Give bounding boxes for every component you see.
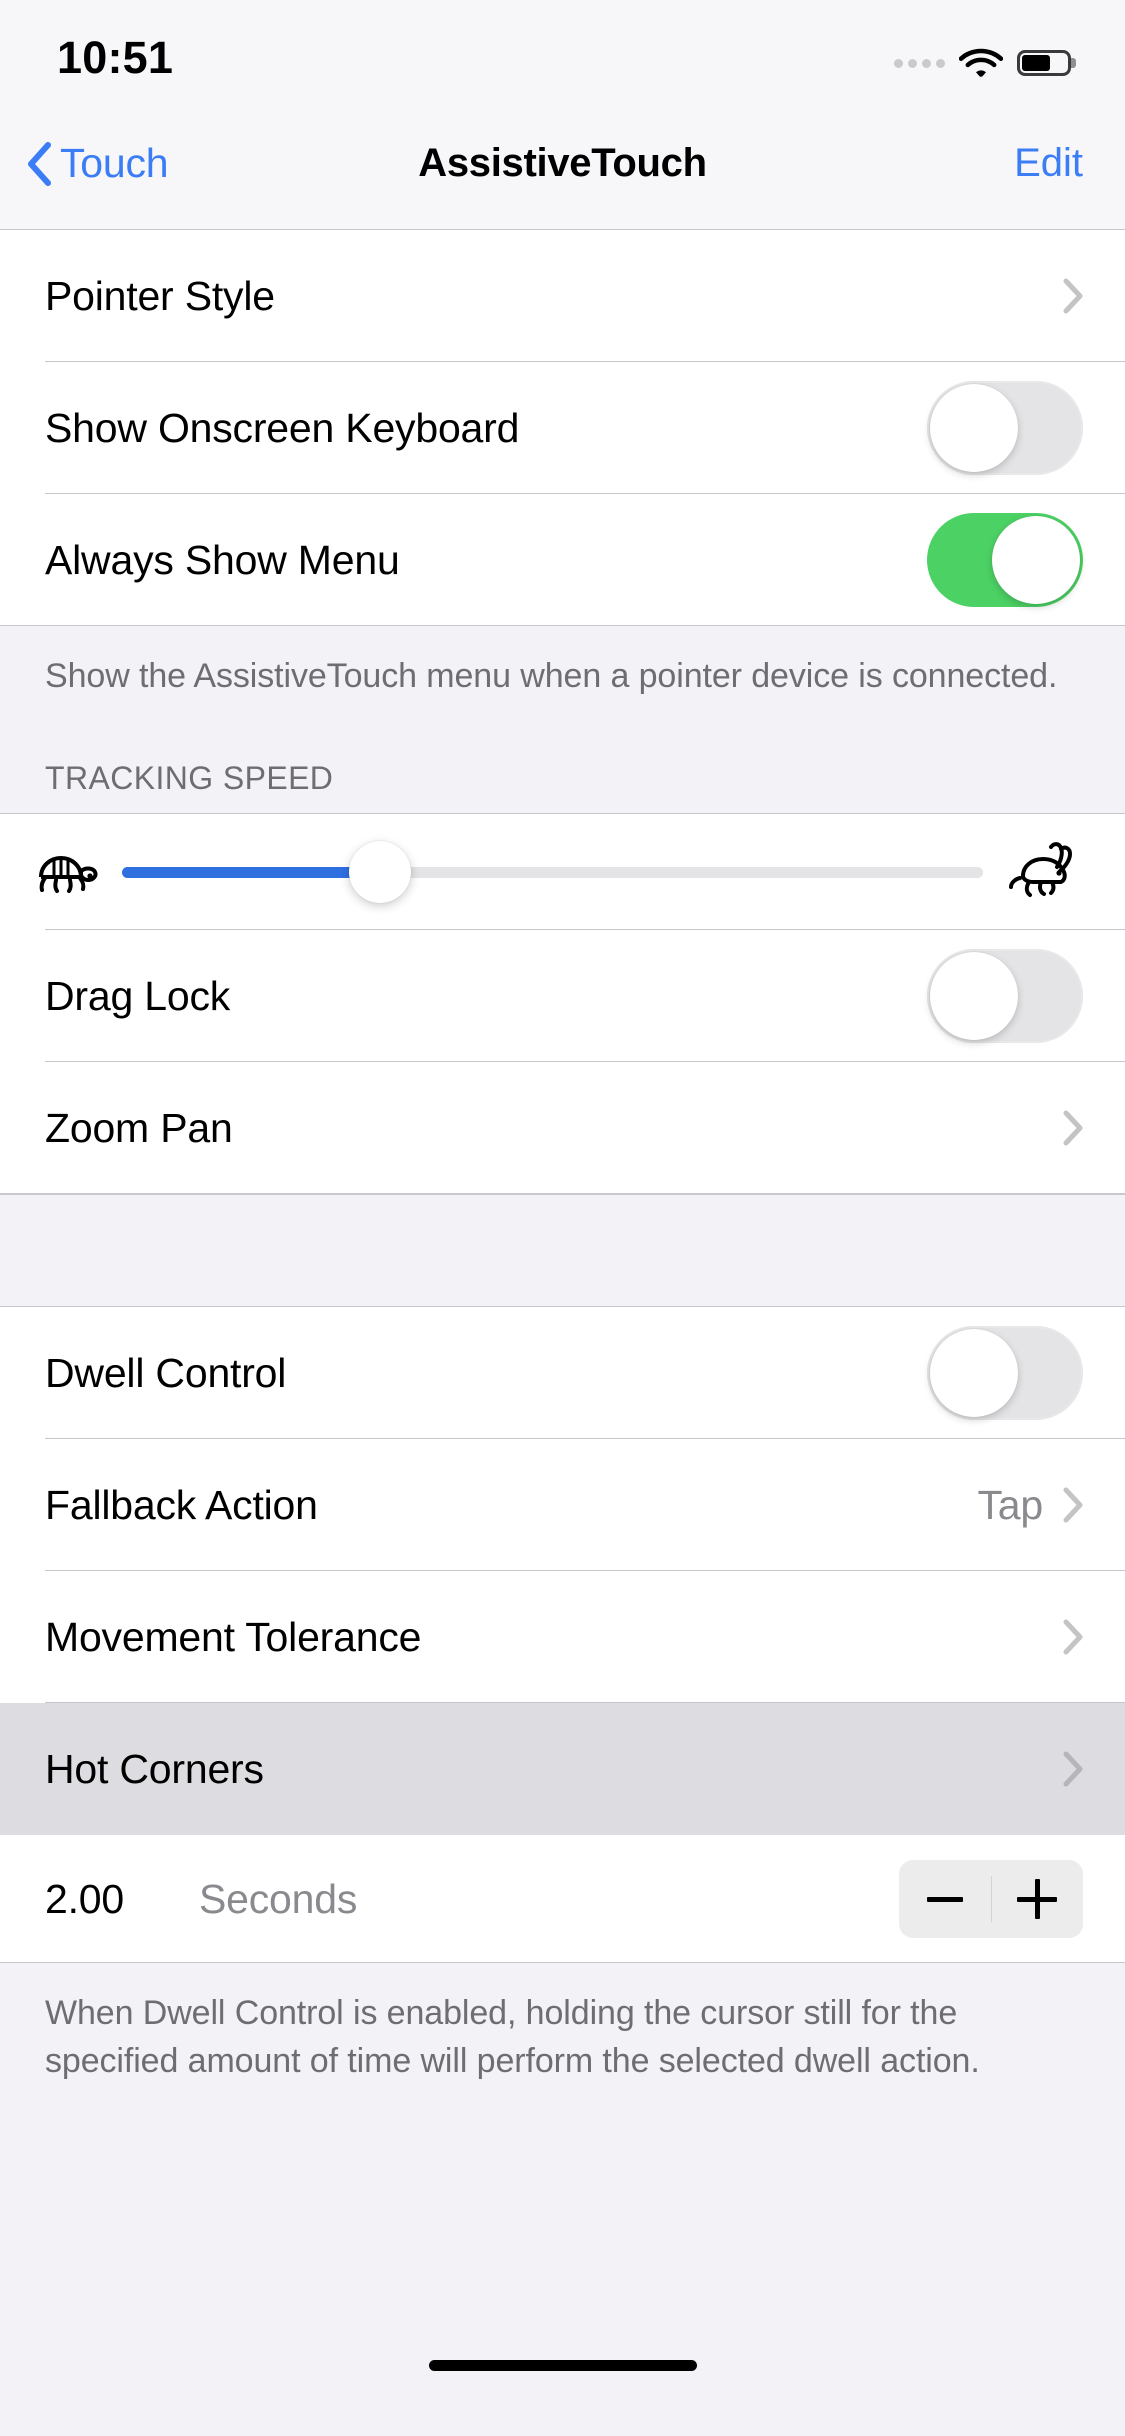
show-onscreen-keyboard-toggle[interactable] <box>927 381 1083 475</box>
cellular-dots-icon <box>894 58 945 68</box>
status-bar-indicators <box>894 47 1071 84</box>
row-dwell-control[interactable]: Dwell Control <box>0 1307 1125 1439</box>
row-accessory <box>1063 1110 1083 1146</box>
chevron-right-icon <box>1063 1751 1083 1787</box>
edit-button[interactable]: Edit <box>1014 141 1083 186</box>
wifi-icon <box>959 47 1003 79</box>
dwell-time-value: 2.00 <box>45 1875 124 1922</box>
home-indicator[interactable] <box>428 2359 697 2371</box>
chevron-right-icon <box>1063 1619 1083 1655</box>
drag-lock-toggle[interactable] <box>927 949 1083 1043</box>
row-label: Drag Lock <box>45 972 231 1019</box>
row-label: Movement Tolerance <box>45 1613 422 1660</box>
row-accessory <box>1063 278 1083 314</box>
row-drag-lock[interactable]: Drag Lock <box>0 930 1125 1062</box>
row-label: Pointer Style <box>45 272 275 319</box>
minus-icon <box>926 1896 963 1902</box>
row-accessory: Tap <box>977 1482 1083 1529</box>
row-accessory <box>1063 1751 1083 1787</box>
hare-icon <box>1007 840 1083 904</box>
pointer-group-footer: Show the AssistiveTouch menu when a poin… <box>0 626 1125 700</box>
assistivetouch-settings-screen: 10:51 Touch AssistiveTouch Edit Pointer … <box>0 0 1125 2436</box>
group-spacer <box>0 1194 1125 1307</box>
increment-button[interactable] <box>992 1860 1084 1938</box>
chevron-right-icon <box>1063 278 1083 314</box>
pointer-settings-group: Pointer Style Show Onscreen Keyboard Alw… <box>0 230 1125 626</box>
row-hot-corners[interactable]: Hot Corners <box>0 1703 1125 1835</box>
tracking-speed-slider-row <box>0 814 1125 930</box>
row-zoom-pan[interactable]: Zoom Pan <box>0 1062 1125 1194</box>
row-pointer-style[interactable]: Pointer Style <box>0 230 1125 362</box>
home-indicator-area <box>0 2316 1125 2436</box>
fallback-action-value: Tap <box>977 1481 1043 1528</box>
dwell-time-stepper[interactable] <box>899 1860 1083 1938</box>
dwell-time-stepper-row: 2.00 Seconds <box>0 1835 1125 1963</box>
battery-icon <box>1017 50 1071 76</box>
row-label: Hot Corners <box>45 1745 264 1792</box>
row-label: Zoom Pan <box>45 1104 233 1151</box>
chevron-right-icon <box>1063 1487 1083 1523</box>
dwell-control-toggle[interactable] <box>927 1326 1083 1420</box>
status-bar-time: 10:51 <box>57 32 174 83</box>
row-fallback-action[interactable]: Fallback Action Tap <box>0 1439 1125 1571</box>
slider-thumb[interactable] <box>349 841 412 903</box>
dwell-settings-group: Dwell Control Fallback Action Tap Moveme… <box>0 1307 1125 1963</box>
status-bar: 10:51 <box>0 0 1125 98</box>
toggle-knob <box>930 384 1018 472</box>
slider-fill <box>122 866 381 878</box>
row-always-show-menu[interactable]: Always Show Menu <box>0 494 1125 626</box>
dwell-time-unit: Seconds <box>199 1875 358 1922</box>
row-movement-tolerance[interactable]: Movement Tolerance <box>0 1571 1125 1703</box>
toggle-knob <box>930 1329 1018 1417</box>
row-accessory <box>1063 1619 1083 1655</box>
chevron-right-icon <box>1063 1110 1083 1146</box>
row-label: Always Show Menu <box>45 536 400 583</box>
tortoise-icon <box>28 841 100 903</box>
tracking-speed-slider[interactable] <box>122 841 983 903</box>
navigation-bar: Touch AssistiveTouch Edit <box>0 98 1125 230</box>
toggle-knob <box>992 516 1080 604</box>
row-label: Dwell Control <box>45 1349 287 1396</box>
decrement-button[interactable] <box>899 1860 991 1938</box>
page-title: AssistiveTouch <box>418 141 707 185</box>
tracking-speed-header: TRACKING SPEED <box>0 700 1125 813</box>
row-show-onscreen-keyboard[interactable]: Show Onscreen Keyboard <box>0 362 1125 494</box>
plus-icon <box>1017 1879 1058 1919</box>
always-show-menu-toggle[interactable] <box>927 513 1083 607</box>
row-label: Fallback Action <box>45 1481 318 1528</box>
tracking-settings-group: Drag Lock Zoom Pan <box>0 813 1125 1194</box>
dwell-group-footer: When Dwell Control is enabled, holding t… <box>0 1963 1125 2085</box>
row-label: Show Onscreen Keyboard <box>45 404 520 451</box>
toggle-knob <box>930 952 1018 1040</box>
